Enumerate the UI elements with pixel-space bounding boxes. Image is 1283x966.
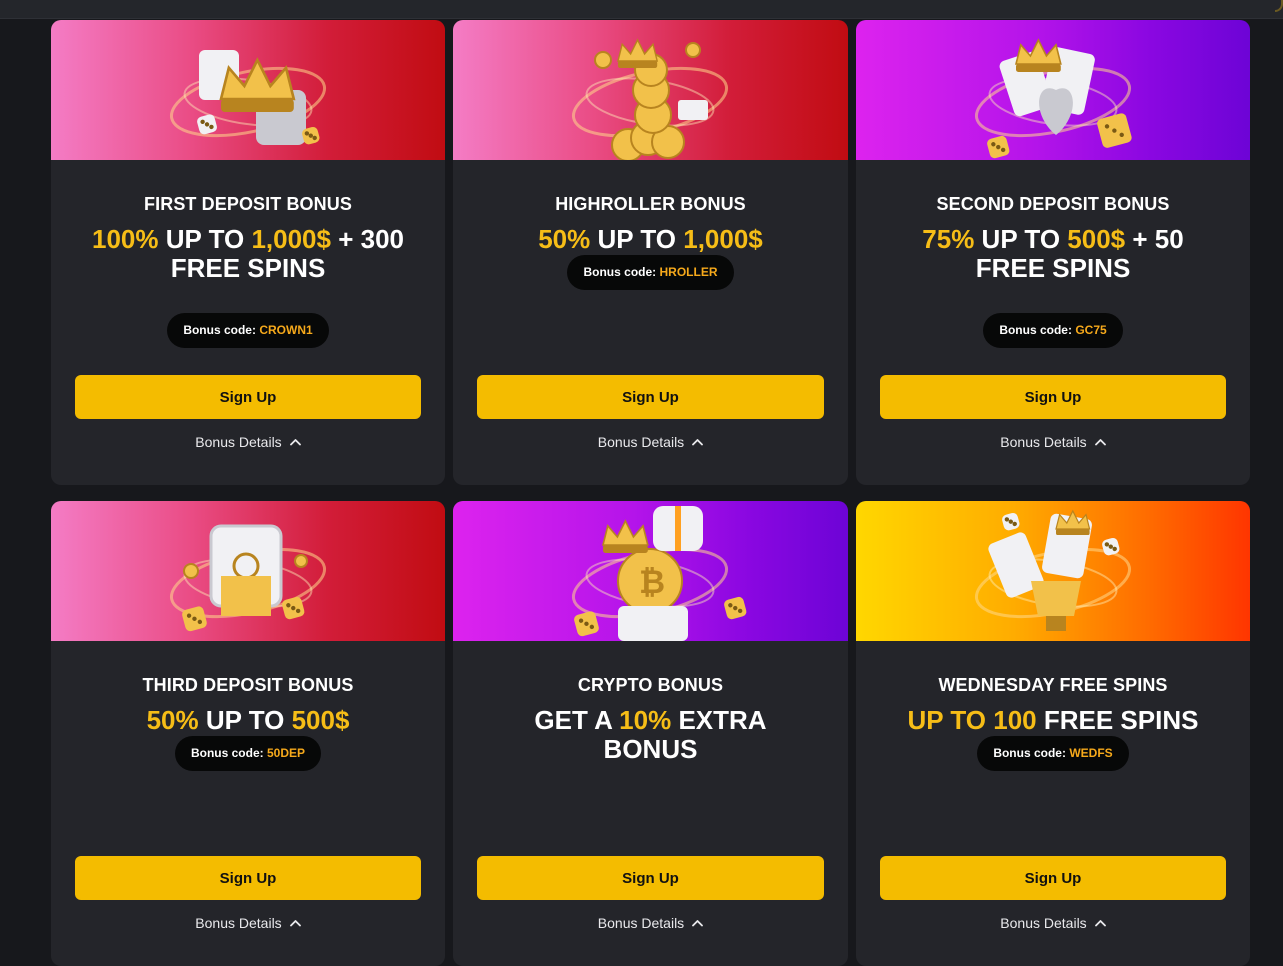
sign-up-button[interactable]: Sign Up <box>880 375 1226 419</box>
sign-up-button[interactable]: Sign Up <box>75 856 421 900</box>
bonus-details-toggle[interactable]: Bonus Details <box>856 913 1250 933</box>
bonus-code-value: GC75 <box>1075 323 1107 337</box>
bonus-card-4: THIRD DEPOSIT BONUS 50% UP TO 500$ Bonus… <box>51 501 445 966</box>
bonus-details-toggle[interactable]: Bonus Details <box>856 432 1250 452</box>
headline-highlight: 50% <box>146 705 199 735</box>
bonus-banner <box>51 501 445 641</box>
bonus-card-3: SECOND DEPOSIT BONUS 75% UP TO 500$ + 50… <box>856 20 1250 485</box>
bonus-headline: GET A 10% EXTRA BONUS <box>487 705 814 764</box>
bonus-code-wrap: Bonus code: GC75 <box>856 313 1250 348</box>
bonus-details-toggle[interactable]: Bonus Details <box>51 432 445 452</box>
bonus-code-pill[interactable]: Bonus code: 50DEP <box>174 736 322 771</box>
headline-text: UP TO <box>974 224 1068 254</box>
bonus-code-value: CROWN1 <box>259 323 313 337</box>
top-bar-edge <box>1275 0 1283 12</box>
bonus-code-label: Bonus code: <box>190 746 267 760</box>
bonus-details-toggle[interactable]: Bonus Details <box>453 913 848 933</box>
bonus-code-wrap: Bonus code: WEDFS <box>856 736 1250 771</box>
bonus-headline: 50% UP TO 1,000$ <box>487 225 814 254</box>
bonus-details-toggle[interactable]: Bonus Details <box>453 432 848 452</box>
bonus-code-label: Bonus code: <box>583 265 660 279</box>
bonus-headline: UP TO 100 FREE SPINS <box>890 706 1216 735</box>
headline-highlight: 1,000$ <box>251 224 331 254</box>
bonus-code-label: Bonus code: <box>999 323 1076 337</box>
bonus-banner <box>453 20 848 160</box>
bonus-title: SECOND DEPOSIT BONUS <box>936 194 1170 214</box>
chevron-up-icon <box>1094 439 1106 446</box>
chevron-up-icon <box>289 920 301 927</box>
bonus-details-label: Bonus Details <box>1000 434 1087 450</box>
bonus-code-value: 50DEP <box>266 746 306 760</box>
bonus-code-label: Bonus code: <box>183 323 260 337</box>
headline-highlight: 10% <box>619 705 672 735</box>
headline-highlight: 75% <box>922 224 975 254</box>
sign-up-button[interactable]: Sign Up <box>75 375 421 419</box>
banner-art: ₿ <box>571 506 747 641</box>
bonus-code-wrap: Bonus code: HROLLER <box>453 255 848 290</box>
bonus-card-6: WEDNESDAY FREE SPINS UP TO 100 FREE SPIN… <box>856 501 1250 966</box>
headline-highlight: 100% <box>91 224 159 254</box>
bonus-card-1: FIRST DEPOSIT BONUS 100% UP TO 1,000$ + … <box>51 20 445 485</box>
bonus-details-label: Bonus Details <box>195 434 282 450</box>
headline-text: FREE SPINS <box>1036 705 1199 735</box>
chevron-up-icon <box>692 920 704 927</box>
banner-art <box>974 509 1132 631</box>
headline-text: UP TO <box>590 224 684 254</box>
chevron-up-icon <box>1094 920 1106 927</box>
bonus-grid: FIRST DEPOSIT BONUS 100% UP TO 1,000$ + … <box>51 20 1250 966</box>
bonus-banner <box>856 20 1250 160</box>
headline-text: UP TO <box>198 705 292 735</box>
sign-up-button[interactable]: Sign Up <box>477 856 824 900</box>
banner-art <box>169 524 327 632</box>
bonus-headline: 50% UP TO 500$ <box>85 706 411 735</box>
chevron-up-icon <box>692 439 704 446</box>
bonus-details-label: Bonus Details <box>597 434 685 450</box>
bonus-details-toggle[interactable]: Bonus Details <box>51 913 445 933</box>
bonus-code-label: Bonus code: <box>993 746 1070 760</box>
bonus-code-pill[interactable]: Bonus code: CROWN1 <box>167 313 329 348</box>
headline-text: GET A <box>534 705 620 735</box>
bonus-code-pill[interactable]: Bonus code: WEDFS <box>977 736 1129 771</box>
headline-highlight: UP TO 100 <box>907 705 1037 735</box>
bonus-details-label: Bonus Details <box>597 915 685 931</box>
bonus-title: HIGHROLLER BONUS <box>555 194 746 214</box>
bonus-code-value: HROLLER <box>659 265 718 279</box>
headline-text: UP TO <box>158 224 252 254</box>
bonus-code-value: WEDFS <box>1069 746 1113 760</box>
bonus-code-wrap: Bonus code: 50DEP <box>51 736 445 771</box>
sign-up-button[interactable]: Sign Up <box>477 375 824 419</box>
headline-highlight: 1,000$ <box>683 224 763 254</box>
bonus-code-pill[interactable]: Bonus code: HROLLER <box>567 255 734 290</box>
bonus-code-pill[interactable]: Bonus code: GC75 <box>983 313 1123 348</box>
bonus-card-2: HIGHROLLER BONUS 50% UP TO 1,000$ Bonus … <box>453 20 848 485</box>
bonus-banner: ₿ <box>453 501 848 641</box>
bonus-headline: 100% UP TO 1,000$ + 300 FREE SPINS <box>85 225 411 283</box>
chevron-up-icon <box>289 439 301 446</box>
bonus-headline: 75% UP TO 500$ + 50 FREE SPINS <box>890 225 1216 283</box>
bonus-title: THIRD DEPOSIT BONUS <box>142 675 354 695</box>
banner-art <box>571 38 729 160</box>
bonus-title: CRYPTO BONUS <box>577 675 724 695</box>
top-bar <box>0 0 1283 19</box>
bonus-code-wrap: Bonus code: CROWN1 <box>51 313 445 348</box>
sign-up-button[interactable]: Sign Up <box>880 856 1226 900</box>
bonus-details-label: Bonus Details <box>195 915 282 931</box>
bonus-card-5: ₿ CRYPTO BONUS GET A 10% EXTRA BONUS Sig… <box>453 501 848 966</box>
bonus-details-label: Bonus Details <box>1000 915 1087 931</box>
banner-art <box>169 50 327 145</box>
bonus-title: FIRST DEPOSIT BONUS <box>144 194 352 214</box>
headline-highlight: 500$ <box>291 705 350 735</box>
headline-highlight: 50% <box>538 224 591 254</box>
bonus-banner <box>51 20 445 160</box>
svg-text:₿: ₿ <box>639 563 665 601</box>
banner-art <box>974 38 1132 159</box>
headline-highlight: 500$ <box>1067 224 1126 254</box>
bonus-banner <box>856 501 1250 641</box>
bonus-title: WEDNESDAY FREE SPINS <box>938 675 1168 695</box>
